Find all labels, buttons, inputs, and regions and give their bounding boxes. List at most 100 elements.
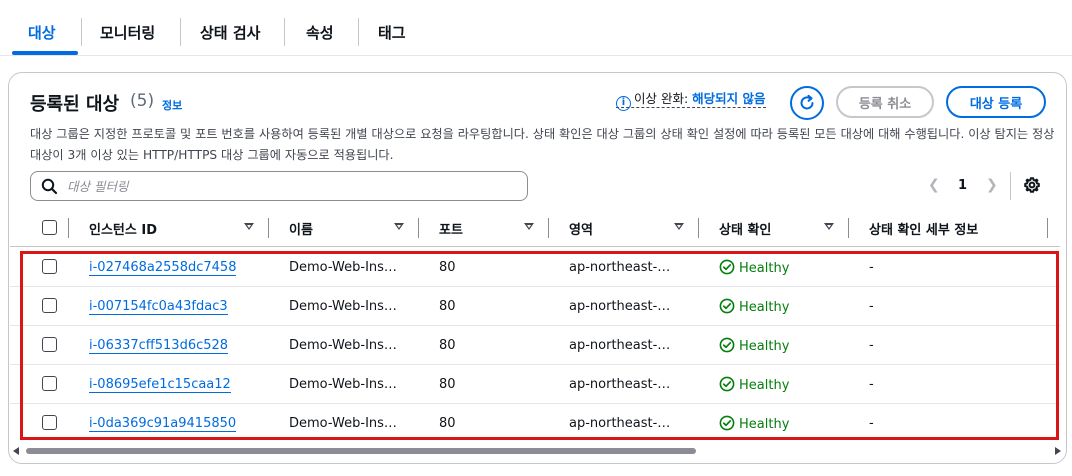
table-row: i-08695efe1c15caa12 Demo-Web-Ins… 80 ap-… [10,365,1060,404]
column-divider[interactable] [698,218,699,238]
scroll-left-arrow-icon[interactable] [13,447,19,455]
check-circle-icon [719,298,735,314]
zone: ap-northeast-… [569,416,671,431]
instance-name: Demo-Web-Ins… [289,260,397,275]
check-circle-icon [719,376,735,392]
row-checkbox[interactable] [42,415,57,430]
instance-name: Demo-Web-Ins… [289,377,397,392]
deregister-button[interactable]: 등록 취소 [836,86,934,118]
row-checkbox[interactable] [42,298,57,313]
column-divider[interactable] [418,218,419,238]
filter-input[interactable] [67,175,507,197]
port: 80 [439,416,456,431]
health-status-label: Healthy [739,378,790,393]
port: 80 [439,299,456,314]
target-count: (5) [130,91,155,111]
instance-name: Demo-Web-Ins… [289,416,397,431]
refresh-icon [800,94,814,110]
check-circle-icon [719,259,735,275]
table-row: i-0da369c91a9415850 Demo-Web-Ins… 80 ap-… [10,404,1060,443]
instance-id-link[interactable]: i-007154fc0a43fdac3 [89,299,228,315]
sort-down-icon[interactable] [674,223,684,230]
info-circle-icon: i [616,96,631,111]
panel-title: 등록된 대상 [30,94,120,115]
instance-id-link[interactable]: i-027468a2558dc7458 [89,260,237,276]
health-status: Healthy [719,415,789,432]
health-status-label: Healthy [739,417,790,432]
health-status: Healthy [719,337,789,354]
health-status-label: Healthy [739,339,790,354]
current-page[interactable]: 1 [958,178,967,193]
health-detail: - [869,299,874,314]
row-checkbox[interactable] [42,376,57,391]
zone: ap-northeast-… [569,377,671,392]
column-header-instance-id[interactable]: 인스턴스 ID [89,219,157,238]
register-targets-button[interactable]: 대상 등록 [946,86,1046,118]
health-detail: - [869,338,874,353]
column-divider[interactable] [848,218,849,238]
sort-down-icon[interactable] [524,223,534,230]
column-divider[interactable] [1047,218,1048,238]
column-divider[interactable] [268,218,269,238]
tab-tags[interactable]: 태그 [378,22,406,43]
tab-divider [81,18,82,46]
gear-icon[interactable] [1023,176,1041,194]
anomaly-mitigation-status[interactable]: i 이상 완화: 해당되지 않음 [616,88,766,111]
zone: ap-northeast-… [569,299,671,314]
health-detail: - [869,260,874,275]
search-icon [41,178,58,195]
tab-divider [358,18,359,46]
tab-divider [284,18,285,46]
instance-id-link[interactable]: i-0da369c91a9415850 [89,416,237,432]
instance-id-link[interactable]: i-06337cff513d6c528 [89,338,229,354]
table-row: i-027468a2558dc7458 Demo-Web-Ins… 80 ap-… [10,248,1060,287]
column-header-port[interactable]: 포트 [439,219,463,238]
column-header-zone[interactable]: 영역 [569,219,593,238]
port: 80 [439,377,456,392]
tab-bar: 대상 모니터링 상태 검사 속성 태그 [0,0,1072,56]
zone: ap-northeast-… [569,338,671,353]
health-status: Healthy [719,259,789,276]
port: 80 [439,260,456,275]
sort-down-icon[interactable] [394,223,404,230]
column-divider [68,218,69,238]
anomaly-value: 해당되지 않음 [692,91,766,106]
column-header-health-details[interactable]: 상태 확인 세부 정보 [869,219,978,238]
refresh-button[interactable] [790,86,824,120]
pager-divider [1010,172,1011,200]
scroll-right-arrow-icon[interactable] [1055,447,1061,455]
column-divider[interactable] [548,218,549,238]
scrollbar-thumb[interactable] [26,448,696,454]
previous-page-button[interactable]: ❮ [928,177,940,193]
check-circle-icon [719,415,735,431]
column-header-name[interactable]: 이름 [289,219,313,238]
tab-targets[interactable]: 대상 [28,22,56,43]
zone: ap-northeast-… [569,260,671,275]
health-detail: - [869,416,874,431]
tab-attributes[interactable]: 속성 [306,22,334,43]
instance-id-link[interactable]: i-08695efe1c15caa12 [89,377,231,393]
sort-down-icon[interactable] [824,223,834,230]
row-checkbox[interactable] [42,337,57,352]
info-link[interactable]: 정보 [162,97,182,113]
table-row: i-06337cff513d6c528 Demo-Web-Ins… 80 ap-… [10,326,1060,365]
health-status: Healthy [719,298,789,315]
tab-monitoring[interactable]: 모니터링 [100,22,155,43]
port: 80 [439,338,456,353]
instance-name: Demo-Web-Ins… [289,299,397,314]
tab-divider [180,18,181,46]
table-header-divider [10,246,1060,247]
panel-description: 대상 그룹은 지정한 프로토콜 및 포트 번호를 사용하여 등록된 개별 대상으… [30,127,1055,162]
tab-health-checks[interactable]: 상태 검사 [200,22,260,43]
column-header-health-status[interactable]: 상태 확인 [719,219,771,238]
row-checkbox[interactable] [42,259,57,274]
health-status: Healthy [719,376,789,393]
select-all-checkbox[interactable] [42,220,57,235]
tabs-divider-line [0,55,1072,56]
check-circle-icon [719,337,735,353]
sort-down-icon[interactable] [244,223,254,230]
health-status-label: Healthy [739,261,790,276]
filter-search-box [30,171,528,201]
next-page-button[interactable]: ❯ [986,177,998,193]
instance-name: Demo-Web-Ins… [289,338,397,353]
